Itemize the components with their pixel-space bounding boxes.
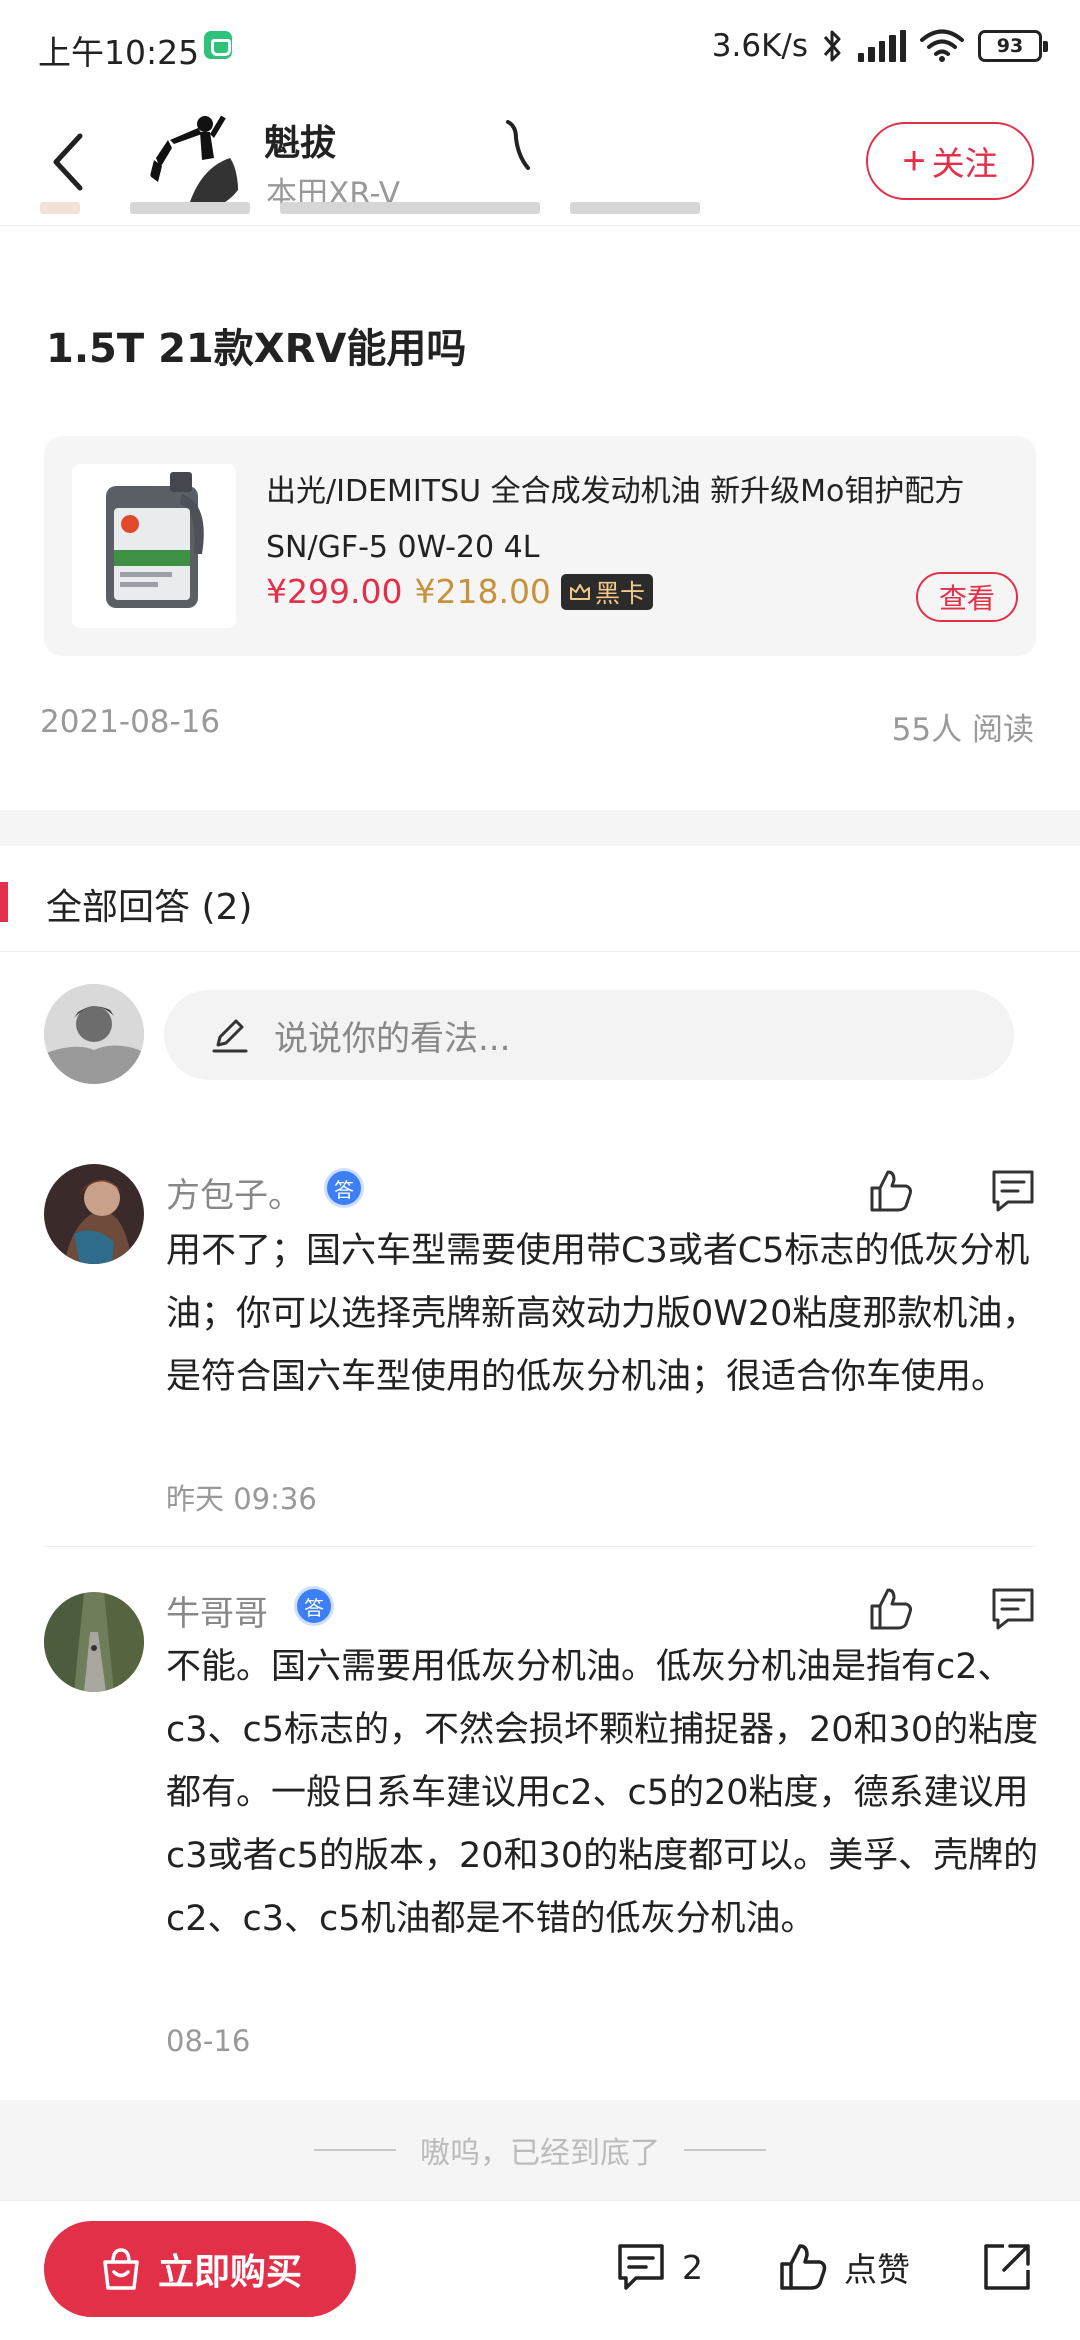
- scrolled-title-remnant: [40, 202, 740, 228]
- black-card-price: ¥218.00: [414, 572, 551, 611]
- oil-bottle-icon: [106, 472, 204, 608]
- share-action[interactable]: [980, 2237, 1034, 2297]
- black-card-label: 黑卡: [594, 578, 645, 608]
- comment-bar: 说说你的看法...: [0, 952, 1080, 1102]
- decorative-stroke-icon: [506, 120, 530, 170]
- share-icon: [984, 2244, 1030, 2290]
- section-accent-bar: [0, 882, 8, 922]
- thumbs-up-icon: [780, 2244, 827, 2290]
- end-text: 嗷呜，已经到底了: [420, 2136, 660, 2171]
- user-photo-icon: [44, 1164, 144, 1264]
- follow-label: 关注: [931, 145, 998, 182]
- original-price: ¥299.00: [266, 572, 403, 611]
- thumbs-up-icon[interactable]: [866, 1584, 916, 1634]
- black-card-badge: 黑卡: [560, 573, 653, 610]
- answer-username[interactable]: 牛哥哥: [166, 1586, 268, 1635]
- end-line-left: [314, 2149, 396, 2151]
- author-name[interactable]: 魁拔: [264, 114, 336, 166]
- end-line-right: [684, 2149, 766, 2151]
- answerer-badge-icon: 答: [294, 1586, 334, 1626]
- reply-icon[interactable]: [988, 1166, 1038, 1216]
- comment-input[interactable]: 说说你的看法...: [164, 990, 1014, 1080]
- answerer-badge-icon: 答: [324, 1168, 364, 1208]
- shield-app-icon: [204, 31, 232, 59]
- end-of-list: 嗷呜，已经到底了: [0, 2100, 1080, 2200]
- plus-icon: +: [902, 139, 926, 183]
- answer-text: 不能。国六需要用低灰分机油。低灰分机油是指有c2、c3、c5标志的，不然会损坏颗…: [166, 1647, 1039, 1939]
- status-indicators: 3.6K/s 93: [711, 24, 1048, 68]
- user-photo-icon: [44, 1592, 144, 1692]
- status-time: 上午10:25: [38, 33, 200, 72]
- buy-now-button[interactable]: 立即购买: [44, 2221, 356, 2317]
- comment-placeholder: 说说你的看法...: [274, 1018, 511, 1059]
- answer-avatar[interactable]: [44, 1592, 144, 1692]
- bluetooth-icon: [823, 30, 841, 62]
- back-arrow-icon[interactable]: [48, 130, 92, 194]
- follow-button[interactable]: + 关注: [866, 122, 1034, 200]
- thumbs-up-icon[interactable]: [866, 1166, 916, 1216]
- comment-count: 2: [682, 2247, 703, 2287]
- wifi-icon: [920, 29, 964, 62]
- answer-item: 方包子。 答 用不了；国六车型需要使用带C3或者C5标志的低灰分机油；你可以选择…: [0, 1102, 1080, 1536]
- like-label: 点赞: [844, 2250, 910, 2289]
- status-bar: 上午10:25 3.6K/s 93: [0, 0, 1080, 96]
- product-name[interactable]: 出光/IDEMITSU 全合成发动机油 新升级Mo钼护配方 SN/GF-5 0W…: [266, 464, 1006, 576]
- product-image: [72, 464, 236, 628]
- bottom-action-bar: 立即购买 2 点赞: [0, 2200, 1080, 2340]
- price-row: ¥299.00 ¥218.00 黑卡: [266, 572, 653, 611]
- question-title: 1.5T 21款XRV能用吗: [46, 326, 467, 372]
- pen-icon: [212, 1019, 248, 1053]
- section-divider: [0, 810, 1080, 846]
- answer-time: 昨天 09:36: [166, 1482, 317, 1516]
- view-product-button[interactable]: 查看: [916, 572, 1018, 622]
- answer-text: 用不了；国六车型需要使用带C3或者C5标志的低灰分机油；你可以选择壳牌新高效动力…: [166, 1231, 1038, 1397]
- answer-username[interactable]: 方包子。: [166, 1168, 302, 1217]
- signal-icon: [858, 30, 907, 62]
- network-speed: 3.6K/s: [711, 28, 808, 64]
- answer-item: 牛哥哥 答 不能。国六需要用低灰分机油。低灰分机油是指有c2、c3、c5标志的，…: [0, 1546, 1080, 2100]
- comment-action[interactable]: 2: [614, 2237, 703, 2297]
- post-date: 2021-08-16: [40, 704, 221, 740]
- answer-time: 08-16: [166, 2024, 251, 2058]
- battery-icon: 93: [978, 30, 1048, 62]
- my-avatar: [44, 984, 144, 1084]
- answer-avatar[interactable]: [44, 1164, 144, 1264]
- shopping-bag-icon: [103, 2248, 139, 2290]
- crown-icon: [569, 583, 590, 600]
- comment-icon: [618, 2244, 664, 2290]
- buy-now-label: 立即购买: [157, 2251, 302, 2292]
- like-action[interactable]: 点赞: [776, 2237, 910, 2297]
- user-photo-icon: [44, 984, 144, 1084]
- climber-silhouette-icon: [150, 114, 239, 208]
- author-avatar[interactable]: [148, 110, 248, 210]
- answers-title: 全部回答 (2): [46, 887, 253, 928]
- battery-level: 93: [996, 35, 1024, 57]
- answers-header: 全部回答 (2): [0, 846, 1080, 952]
- product-card[interactable]: 出光/IDEMITSU 全合成发动机油 新升级Mo钼护配方 SN/GF-5 0W…: [44, 436, 1036, 656]
- read-count: 55人 阅读: [891, 712, 1034, 748]
- reply-icon[interactable]: [988, 1584, 1038, 1634]
